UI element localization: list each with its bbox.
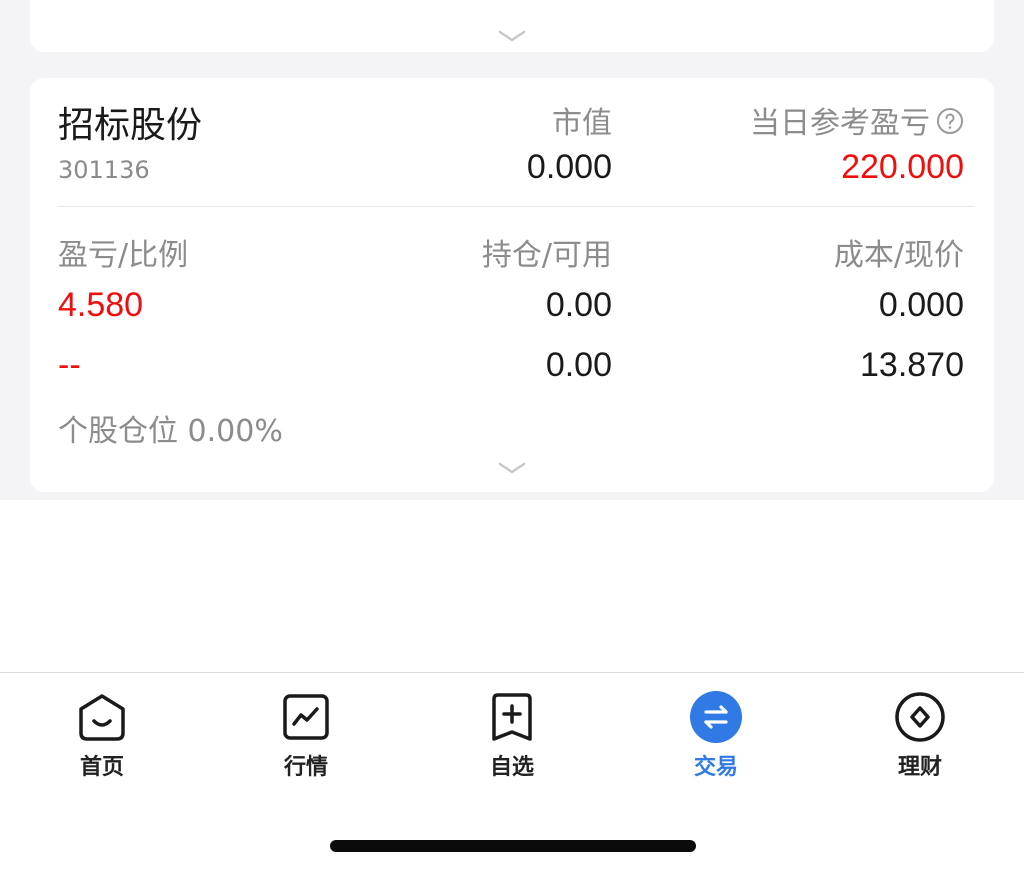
position-card[interactable]: 招标股份 301136 市值 0.000 当日参考盈亏 220.000 盈亏/比… xyxy=(30,78,994,492)
chevron-down-icon[interactable] xyxy=(498,462,526,474)
market-value-label: 市值 xyxy=(552,106,612,141)
price-value: 13.870 xyxy=(860,346,964,384)
tab-watchlist[interactable]: 自选 xyxy=(452,691,572,781)
wealth-icon xyxy=(895,692,945,742)
tab-label: 首页 xyxy=(79,755,124,780)
chevron-down-icon[interactable] xyxy=(498,30,526,42)
home-indicator[interactable] xyxy=(330,840,696,852)
previous-position-card[interactable] xyxy=(30,0,994,52)
home-icon xyxy=(79,694,125,741)
stock-name: 招标股份 xyxy=(58,105,203,146)
empty-area xyxy=(0,500,1024,672)
page: 招标股份 301136 市值 0.000 当日参考盈亏 220.000 盈亏/比… xyxy=(0,0,1024,872)
tab-home[interactable]: 首页 xyxy=(42,691,162,781)
tab-market[interactable]: 行情 xyxy=(246,691,366,781)
chart-icon xyxy=(283,694,329,740)
tab-label: 理财 xyxy=(897,755,942,780)
cost-label: 成本/现价 xyxy=(833,238,964,273)
tab-label: 交易 xyxy=(693,755,738,780)
pnl-ratio: -- xyxy=(58,346,81,384)
tab-trade[interactable]: 交易 xyxy=(656,691,776,781)
market-value: 0.000 xyxy=(526,148,612,186)
pnl-ratio-label: 盈亏/比例 xyxy=(58,238,189,273)
tab-label: 行情 xyxy=(283,755,328,780)
watchlist-add-icon xyxy=(492,693,532,741)
daily-pnl: 220.000 xyxy=(841,148,964,186)
stock-code: 301136 xyxy=(58,156,150,184)
help-icon[interactable] xyxy=(936,107,964,135)
pnl-value: 4.580 xyxy=(58,286,144,324)
daily-pnl-label: 当日参考盈亏 xyxy=(750,106,930,141)
cost-value: 0.000 xyxy=(878,286,964,324)
position-ratio: 个股仓位 0.00% xyxy=(58,414,283,449)
tab-wealth[interactable]: 理财 xyxy=(860,691,980,781)
holding-value: 0.00 xyxy=(545,286,612,324)
trade-exchange-icon xyxy=(690,691,742,743)
tab-label: 自选 xyxy=(489,755,534,780)
holding-label: 持仓/可用 xyxy=(481,238,612,273)
available-value: 0.00 xyxy=(545,346,612,384)
daily-pnl-header: 当日参考盈亏 xyxy=(750,98,964,142)
divider xyxy=(58,206,974,207)
